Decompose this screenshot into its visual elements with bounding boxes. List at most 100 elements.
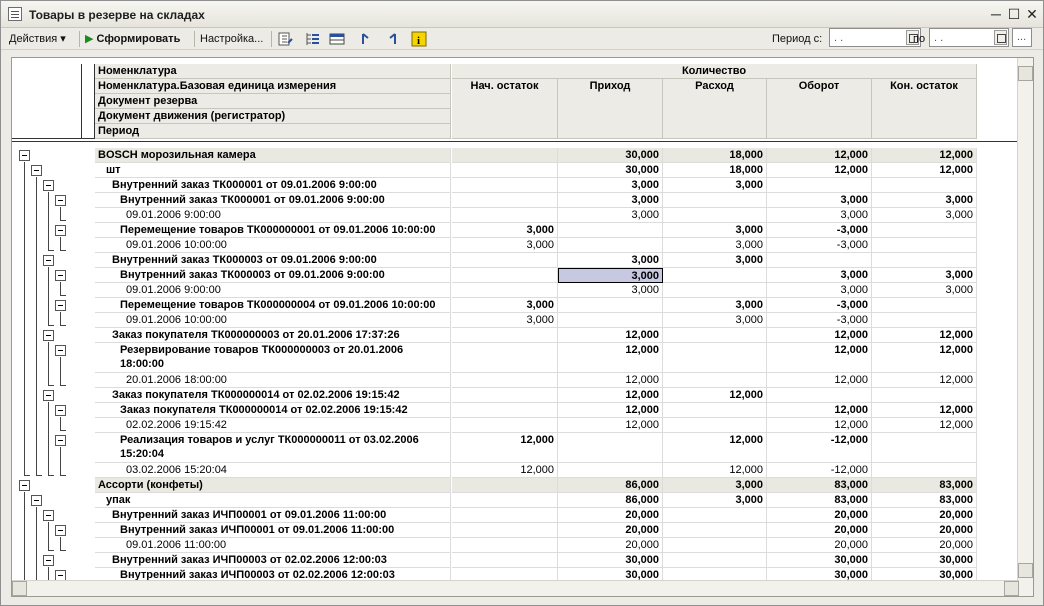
value-cell[interactable] [767,388,872,403]
value-cell[interactable]: 30,000 [767,553,872,568]
value-cell[interactable]: 30,000 [872,553,977,568]
value-cell[interactable]: 20,000 [558,538,663,553]
value-cell[interactable] [663,343,767,373]
value-cell[interactable]: 12,000 [872,418,977,433]
collapse-icon[interactable] [55,405,66,416]
value-cell[interactable]: 12,000 [452,463,558,478]
value-cell[interactable] [452,538,558,553]
value-cell[interactable] [452,268,558,283]
value-cell[interactable]: 3,000 [663,238,767,253]
value-cell[interactable] [663,418,767,433]
undo-icon[interactable] [359,31,375,47]
value-cell[interactable]: 20,000 [767,538,872,553]
value-cell[interactable]: 83,000 [767,478,872,493]
collapse-icon[interactable] [55,225,66,236]
close-button[interactable]: ✕ [1023,6,1041,22]
value-cell[interactable]: -12,000 [767,463,872,478]
value-cell[interactable]: -3,000 [767,238,872,253]
value-cell[interactable]: 3,000 [767,208,872,223]
value-cell[interactable]: 18,000 [663,163,767,178]
value-cell[interactable]: 30,000 [558,163,663,178]
collapse-icon[interactable] [19,480,30,491]
collapse-icon[interactable] [43,330,54,341]
value-cell[interactable] [872,178,977,193]
minimize-button[interactable]: ─ [987,6,1005,22]
value-cell[interactable]: 30,000 [558,553,663,568]
period-select-button[interactable]: ... [1012,28,1032,47]
value-cell[interactable] [558,313,663,328]
value-cell[interactable]: 83,000 [872,493,977,508]
value-cell[interactable] [452,508,558,523]
value-cell[interactable]: 12,000 [558,343,663,373]
value-cell[interactable] [663,373,767,388]
collapse-icon[interactable] [43,180,54,191]
collapse-icon[interactable] [55,435,66,446]
value-cell[interactable]: 12,000 [767,343,872,373]
value-cell[interactable] [558,238,663,253]
value-cell[interactable]: 30,000 [558,148,663,163]
value-cell[interactable]: 3,000 [452,223,558,238]
header-toggle-icon[interactable] [329,31,345,47]
value-cell[interactable] [452,388,558,403]
value-cell[interactable] [558,463,663,478]
edit-icon[interactable] [277,31,293,47]
value-cell[interactable]: 20,000 [767,523,872,538]
value-cell[interactable] [558,223,663,238]
actions-menu[interactable]: Действия ▾ [9,31,66,47]
value-cell[interactable]: 3,000 [452,238,558,253]
value-cell[interactable] [872,223,977,238]
calendar-icon[interactable] [994,30,1007,45]
redo-icon[interactable] [383,31,399,47]
generate-button[interactable]: ▶ Сформировать [85,31,180,47]
value-cell[interactable]: 3,000 [872,208,977,223]
value-cell[interactable] [872,388,977,403]
value-cell[interactable] [663,538,767,553]
value-cell[interactable]: 3,000 [872,268,977,283]
scroll-up-icon[interactable] [1018,66,1033,81]
value-cell[interactable]: 3,000 [558,193,663,208]
value-cell[interactable] [872,433,977,463]
collapse-icon[interactable] [55,525,66,536]
value-cell[interactable]: 12,000 [767,403,872,418]
collapse-icon[interactable] [43,255,54,266]
value-cell[interactable] [663,268,767,283]
value-cell[interactable]: 20,000 [872,523,977,538]
value-cell[interactable] [663,283,767,298]
value-cell[interactable]: 20,000 [872,538,977,553]
value-cell[interactable]: 12,000 [767,163,872,178]
value-cell[interactable]: 3,000 [767,268,872,283]
value-cell[interactable]: -3,000 [767,298,872,313]
collapse-icon[interactable] [31,165,42,176]
value-cell[interactable]: 3,000 [558,268,663,283]
value-cell[interactable]: 83,000 [872,478,977,493]
value-cell[interactable] [452,418,558,433]
value-cell[interactable]: 12,000 [663,433,767,463]
value-cell[interactable]: 20,000 [558,523,663,538]
collapse-icon[interactable] [55,195,66,206]
value-cell[interactable] [452,283,558,298]
value-cell[interactable]: 3,000 [663,313,767,328]
value-cell[interactable]: -3,000 [767,313,872,328]
value-cell[interactable]: 86,000 [558,493,663,508]
value-cell[interactable] [872,238,977,253]
value-cell[interactable] [872,298,977,313]
value-cell[interactable]: 12,000 [663,388,767,403]
value-cell[interactable] [558,298,663,313]
value-cell[interactable]: 83,000 [767,493,872,508]
collapse-icon[interactable] [55,300,66,311]
value-cell[interactable] [452,493,558,508]
value-cell[interactable]: 12,000 [872,328,977,343]
value-cell[interactable]: 12,000 [767,418,872,433]
value-cell[interactable]: 3,000 [663,178,767,193]
value-cell[interactable] [452,343,558,373]
value-cell[interactable]: 3,000 [767,193,872,208]
value-cell[interactable] [558,433,663,463]
value-cell[interactable]: 12,000 [558,373,663,388]
scroll-right-icon[interactable] [1004,581,1019,596]
value-cell[interactable]: 3,000 [558,253,663,268]
value-cell[interactable] [452,193,558,208]
value-cell[interactable] [452,208,558,223]
value-cell[interactable]: 12,000 [872,163,977,178]
value-cell[interactable] [663,508,767,523]
value-cell[interactable] [663,193,767,208]
